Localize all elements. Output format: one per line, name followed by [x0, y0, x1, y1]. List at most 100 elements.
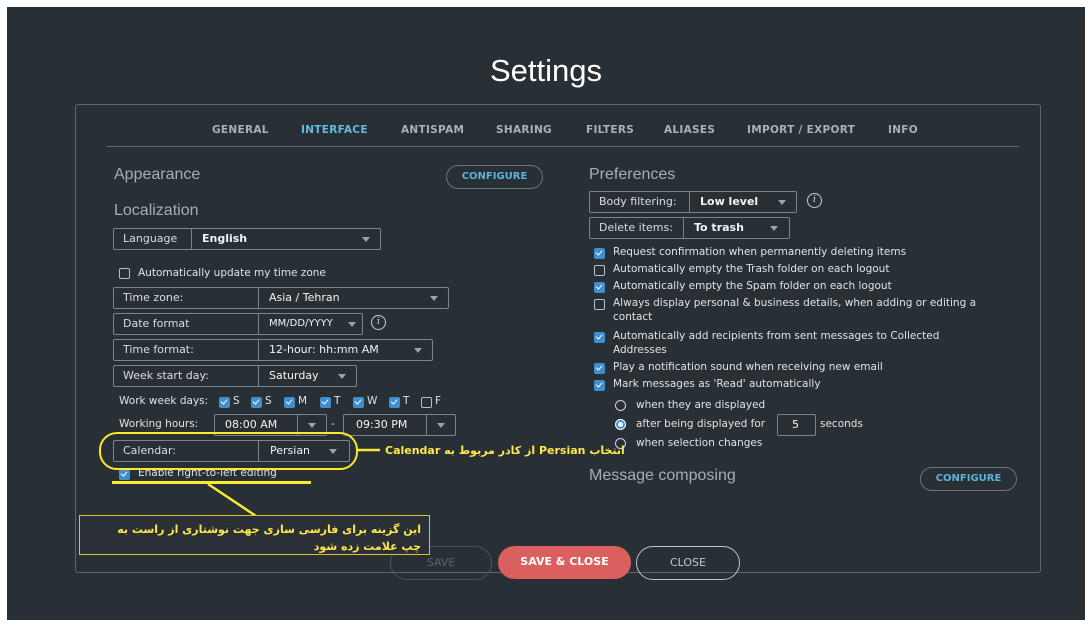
info-icon[interactable]: i: [371, 315, 386, 330]
calendar-annotation: انتخاب Persian از کادر مربوط به Calendar: [385, 444, 625, 457]
read-delay-input[interactable]: 5: [777, 414, 816, 436]
chevron-down-icon: [308, 423, 316, 428]
delete-items-label: Delete items:: [590, 218, 684, 238]
working-hours-separator: -: [331, 418, 335, 430]
info-icon[interactable]: i: [807, 193, 822, 208]
week-start-label: Week start day:: [114, 366, 259, 386]
pref-option-label: Automatically empty the Trash folder on …: [613, 263, 890, 275]
week-start-select[interactable]: Week start day: Saturday: [113, 365, 357, 387]
rtl-annotation-line: چپ علامت زده شود: [313, 540, 421, 553]
appearance-heading: Appearance: [114, 166, 201, 183]
tab-bar: GENERAL INTERFACE ANTISPAM SHARING FILTE…: [106, 116, 1019, 147]
divider: [426, 415, 427, 435]
workday-label: S: [265, 395, 272, 407]
tab-interface[interactable]: INTERFACE: [301, 124, 368, 136]
auto-timezone-checkbox[interactable]: [119, 268, 130, 279]
pref-option-label: Automatically add recipients from sent m…: [613, 330, 940, 342]
calendar-highlight: [99, 432, 358, 470]
pref-option-checkbox[interactable]: [594, 265, 605, 276]
chevron-down-icon: [770, 226, 778, 231]
time-format-select[interactable]: Time format: 12-hour: hh:mm AM: [113, 339, 433, 361]
pref-option-checkbox[interactable]: [594, 332, 605, 343]
chevron-down-icon: [414, 348, 422, 353]
pref-option-label-continued: Addresses: [613, 344, 667, 356]
read-mode-radio[interactable]: [615, 419, 626, 430]
work-week-label: Work week days:: [119, 395, 209, 407]
workday-label: F: [435, 395, 442, 407]
time-format-label: Time format:: [114, 340, 259, 360]
workday-checkbox-sun[interactable]: [251, 397, 262, 408]
tab-aliases[interactable]: ALIASES: [664, 124, 715, 136]
preferences-heading: Preferences: [589, 166, 676, 183]
pref-option-label: Always display personal & business detai…: [613, 297, 977, 309]
workday-checkbox-wed[interactable]: [353, 397, 364, 408]
rtl-editing-checkbox[interactable]: [119, 469, 130, 480]
workday-checkbox-sat[interactable]: [219, 397, 230, 408]
read-delay-value: 5: [792, 418, 799, 431]
localization-heading: Localization: [114, 202, 199, 219]
tab-import-export[interactable]: IMPORT / EXPORT: [747, 124, 855, 136]
date-format-value: MM/DD/YYYY: [269, 318, 333, 329]
time-zone-select[interactable]: Time zone: Asia / Tehran: [113, 287, 449, 309]
save-close-button[interactable]: SAVE & CLOSE: [498, 546, 631, 579]
pref-option-checkbox[interactable]: [594, 299, 605, 310]
working-hours-to-select[interactable]: 09:30 PM: [343, 414, 456, 436]
chevron-down-icon: [430, 296, 438, 301]
chevron-down-icon: [778, 200, 786, 205]
working-hours-label: Working hours:: [119, 418, 199, 430]
body-filtering-value: Low level: [700, 195, 759, 208]
pref-option-checkbox[interactable]: [594, 248, 605, 259]
tab-filters[interactable]: FILTERS: [586, 124, 634, 136]
workday-label: T: [403, 395, 410, 407]
read-mode-label: when selection changes: [636, 437, 763, 449]
language-value: English: [202, 232, 248, 245]
tab-antispam[interactable]: ANTISPAM: [401, 124, 464, 136]
chevron-down-icon: [348, 322, 356, 327]
rtl-annotation-box: این گزینه برای فارسی سازی جهت نوشتاری از…: [79, 515, 430, 555]
rtl-annotation-line: این گزینه برای فارسی سازی جهت نوشتاری از…: [117, 523, 421, 536]
week-start-value: Saturday: [269, 369, 319, 382]
workday-label: W: [367, 395, 378, 407]
workday-checkbox-fri[interactable]: [421, 397, 432, 408]
rtl-underline: [112, 481, 311, 484]
auto-timezone-label: Automatically update my time zone: [138, 267, 326, 279]
read-mode-label: after being displayed for: [636, 418, 766, 430]
pref-option-label: Request confirmation when permanently de…: [613, 246, 907, 258]
body-filtering-label: Body filtering:: [590, 192, 690, 212]
delete-items-value: To trash: [694, 221, 744, 234]
workday-checkbox-thu[interactable]: [389, 397, 400, 408]
body-filtering-select[interactable]: Body filtering: Low level: [589, 191, 797, 213]
chevron-down-icon: [338, 374, 346, 379]
language-label: Language: [114, 229, 192, 249]
pref-option-checkbox[interactable]: [594, 363, 605, 374]
workday-label: S: [233, 395, 240, 407]
time-format-value: 12-hour: hh:mm AM: [269, 343, 379, 356]
close-button[interactable]: CLOSE: [636, 546, 740, 580]
appearance-configure-button[interactable]: CONFIGURE: [446, 165, 543, 189]
pref-option-checkbox[interactable]: [594, 282, 605, 293]
date-format-label: Date format: [114, 314, 259, 334]
pref-option-label: Mark messages as 'Read' automatically: [613, 378, 821, 390]
tab-general[interactable]: GENERAL: [212, 124, 269, 136]
workday-label: T: [334, 395, 341, 407]
date-format-select[interactable]: Date format MM/DD/YYYY: [113, 313, 363, 335]
message-composing-heading: Message composing: [589, 467, 736, 484]
read-mode-radio[interactable]: [615, 400, 626, 411]
delete-items-select[interactable]: Delete items: To trash: [589, 217, 790, 239]
tab-sharing[interactable]: SHARING: [496, 124, 552, 136]
pref-option-checkbox[interactable]: [594, 380, 605, 391]
workday-checkbox-mon[interactable]: [284, 397, 295, 408]
working-hours-to-value: 09:30 PM: [356, 418, 408, 431]
language-select[interactable]: Language English: [113, 228, 381, 250]
message-composing-configure-button[interactable]: CONFIGURE: [920, 467, 1017, 491]
chevron-down-icon: [437, 423, 445, 428]
pref-option-label: Automatically empty the Spam folder on e…: [613, 280, 892, 292]
time-zone-label: Time zone:: [114, 288, 259, 308]
read-mode-label: when they are displayed: [636, 399, 766, 411]
workday-checkbox-tue[interactable]: [320, 397, 331, 408]
pref-option-label-continued: contact: [613, 311, 653, 323]
pref-option-label: Play a notification sound when receiving…: [613, 361, 883, 373]
read-delay-suffix: seconds: [820, 418, 863, 430]
tab-info[interactable]: INFO: [888, 124, 918, 136]
workday-label: M: [298, 395, 308, 407]
